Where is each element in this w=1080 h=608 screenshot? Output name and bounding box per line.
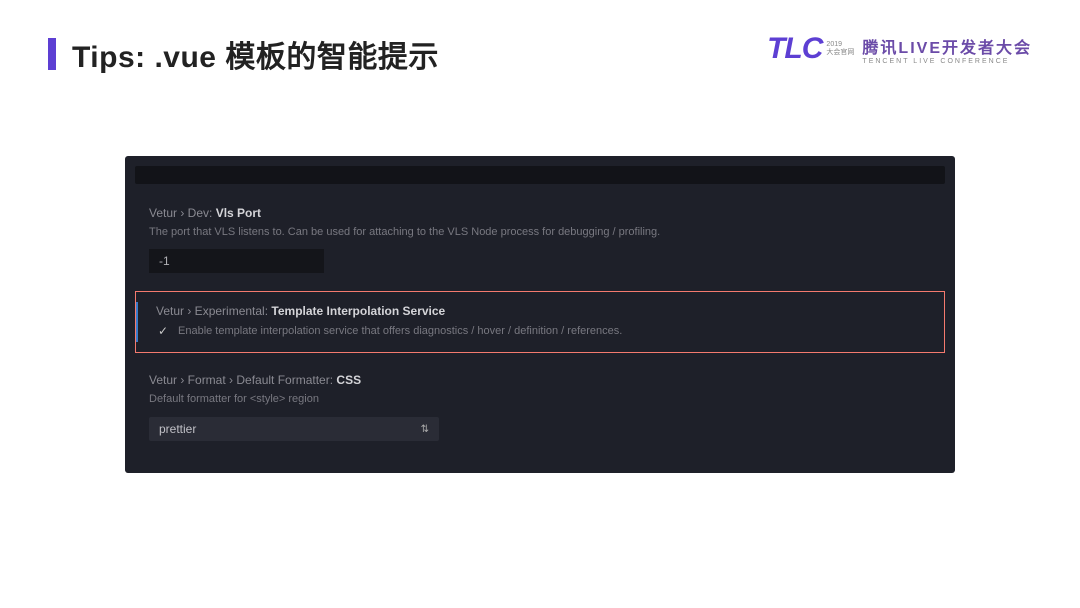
vls-port-input[interactable]: -1 — [149, 249, 324, 273]
slide-title-wrap: Tips: .vue 模板的智能提示 — [48, 32, 439, 76]
setting-experimental-header: Vetur › Experimental: Template Interpola… — [156, 304, 930, 318]
setting-name: Template Interpolation Service — [271, 304, 445, 318]
setting-vls-port-header: Vetur › Dev: Vls Port — [149, 206, 931, 220]
setting-vls-port-desc: The port that VLS listens to. Can be use… — [149, 224, 931, 241]
conference-logo: TLC 2019大会官网 腾讯LIVE开发者大会 TENCENT LIVE CO… — [767, 32, 1032, 66]
logo-tlc-text: TLC — [767, 32, 822, 66]
chevron-updown-icon: ⇅ — [421, 424, 429, 435]
setting-name: Vls Port — [216, 206, 261, 220]
slide-title: Tips: .vue 模板的智能提示 — [72, 32, 439, 76]
experimental-checkbox-label: Enable template interpolation service th… — [178, 325, 622, 337]
formatter-select[interactable]: prettier ⇅ — [149, 417, 439, 441]
checkmark-icon[interactable]: ✓ — [156, 324, 170, 338]
setting-formatter: Vetur › Format › Default Formatter: CSS … — [125, 361, 955, 452]
logo-cn-en: 腾讯LIVE开发者大会 TENCENT LIVE CONFERENCE — [862, 34, 1032, 65]
settings-search-bar[interactable] — [135, 166, 945, 184]
title-accent-bar — [48, 38, 56, 70]
setting-formatter-desc: Default formatter for <style> region — [149, 391, 931, 408]
formatter-select-value: prettier — [159, 422, 196, 436]
setting-path: Vetur › Format › Default Formatter: — [149, 373, 333, 387]
logo-cn-text: 腾讯LIVE开发者大会 — [862, 34, 1032, 58]
logo-en-text: TENCENT LIVE CONFERENCE — [862, 58, 1032, 65]
setting-path: Vetur › Experimental: — [156, 304, 268, 318]
modified-indicator — [136, 302, 138, 342]
vscode-settings-screenshot: Vetur › Dev: Vls Port The port that VLS … — [125, 156, 955, 473]
setting-name: CSS — [336, 373, 361, 387]
setting-path: Vetur › Dev: — [149, 206, 212, 220]
experimental-checkbox-row[interactable]: ✓ Enable template interpolation service … — [156, 324, 930, 338]
setting-formatter-header: Vetur › Format › Default Formatter: CSS — [149, 373, 931, 387]
setting-vls-port: Vetur › Dev: Vls Port The port that VLS … — [125, 194, 955, 283]
setting-experimental-highlight: Vetur › Experimental: Template Interpola… — [135, 291, 945, 353]
logo-year: 2019大会官网 — [826, 41, 854, 56]
